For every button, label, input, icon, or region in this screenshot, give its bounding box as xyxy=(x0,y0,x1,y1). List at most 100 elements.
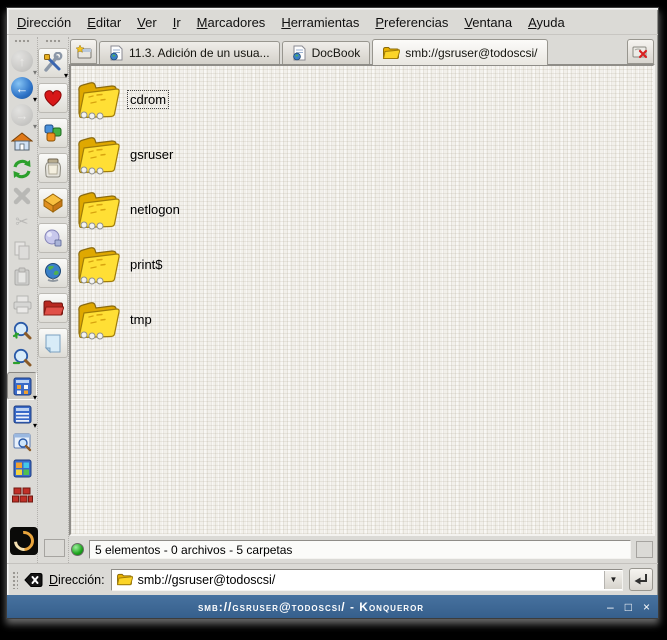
minimize-button[interactable]: – xyxy=(607,601,614,613)
tools-button[interactable]: ▾ xyxy=(38,48,68,78)
menubar: Dirección Editar Ver Ir Marcadores Herra… xyxy=(7,8,658,35)
list-view-button[interactable]: ▾ xyxy=(8,401,36,427)
folder-icon xyxy=(75,79,121,121)
printer-icon xyxy=(12,294,33,315)
menu-ver[interactable]: Ver xyxy=(137,15,157,30)
close-button[interactable]: × xyxy=(643,601,650,613)
tools-icon xyxy=(42,52,64,74)
home-button[interactable] xyxy=(8,129,36,155)
clipboard-icon xyxy=(12,267,32,287)
back-button[interactable]: ← ▾ xyxy=(8,75,36,101)
html-document-icon xyxy=(109,45,124,61)
status-led-icon xyxy=(71,543,84,556)
network-button[interactable] xyxy=(38,223,68,253)
gold-box-icon xyxy=(42,192,64,214)
toolbar-grip[interactable] xyxy=(45,39,61,44)
statusbar-stub xyxy=(44,539,65,557)
back-arrow-icon: ← xyxy=(11,77,33,99)
icon-view-icon xyxy=(12,376,33,397)
zoom-out-icon xyxy=(11,347,33,369)
folder-item-gsruser[interactable]: gsruser xyxy=(75,127,653,182)
tab-adicion-usuario[interactable]: 11.3. Adición de un usua... xyxy=(99,41,280,64)
close-tab-button[interactable] xyxy=(627,39,654,64)
tab-label: smb://gsruser@todoscsi/ xyxy=(405,46,537,60)
toolbar-grip[interactable] xyxy=(14,39,30,44)
tab-docbook[interactable]: DocBook xyxy=(282,41,371,64)
bookmarks-button[interactable] xyxy=(38,83,68,113)
folder-item-netlogon[interactable]: netlogon xyxy=(75,182,653,237)
reload-button[interactable] xyxy=(8,156,36,182)
clear-location-icon[interactable] xyxy=(24,572,43,588)
menu-direccion[interactable]: Dirección xyxy=(17,15,71,30)
location-value: smb://gsruser@todoscsi/ xyxy=(138,573,599,587)
folder-item-cdrom[interactable]: cdrom xyxy=(75,72,653,127)
colored-cubes-icon xyxy=(42,122,64,144)
tab-label: 11.3. Adición de un usua... xyxy=(129,46,270,60)
red-folder-button[interactable] xyxy=(38,293,68,323)
reload-icon xyxy=(11,158,33,180)
copy-button[interactable] xyxy=(8,237,36,263)
blue-ball-icon xyxy=(42,227,64,249)
tree-view-button[interactable] xyxy=(8,482,36,508)
folder-icon xyxy=(75,299,121,341)
tab-smb-share[interactable]: smb://gsruser@todoscsi/ xyxy=(372,39,547,65)
location-input[interactable]: smb://gsruser@todoscsi/ ▼ xyxy=(111,569,623,591)
menu-editar[interactable]: Editar xyxy=(87,15,121,30)
zoom-in-button[interactable] xyxy=(8,318,36,344)
jar-icon xyxy=(43,157,63,179)
forward-button[interactable]: → ▾ xyxy=(8,102,36,128)
note-page-icon xyxy=(43,333,63,354)
tree-view-bricks-icon xyxy=(12,485,33,506)
web-browser-button[interactable] xyxy=(38,258,68,288)
folder-item-tmp[interactable]: tmp xyxy=(75,292,653,347)
home-icon xyxy=(11,131,33,153)
folder-name: cdrom xyxy=(128,91,168,108)
cut-button[interactable]: ✂ xyxy=(8,210,36,236)
window-title: smb://gsruser@todoscsi/ - Konqueror xyxy=(15,600,607,614)
desktop-background: Dirección Editar Ver Ir Marcadores Herra… xyxy=(0,0,667,640)
list-view-icon xyxy=(12,404,33,425)
title-bar[interactable]: smb://gsruser@todoscsi/ - Konqueror – □ … xyxy=(7,595,658,618)
menu-ir[interactable]: Ir xyxy=(173,15,181,30)
left-toolbars: ↑ ▾ ← ▾ → ▾ xyxy=(7,35,69,563)
preview-view-button[interactable] xyxy=(8,428,36,454)
menu-marcadores[interactable]: Marcadores xyxy=(197,15,266,30)
main-toolbar: ↑ ▾ ← ▾ → ▾ xyxy=(7,37,37,563)
note-button[interactable] xyxy=(38,328,68,358)
scissors-icon: ✂ xyxy=(15,215,28,231)
open-folder-icon xyxy=(382,46,400,60)
kde-throbber xyxy=(10,527,38,555)
menu-preferencias[interactable]: Preferencias xyxy=(375,15,448,30)
multicolumn-view-button[interactable] xyxy=(8,455,36,481)
print-button[interactable] xyxy=(8,291,36,317)
folder-view[interactable]: cdrom gsruser xyxy=(69,64,655,536)
folder-icon xyxy=(75,244,121,286)
new-tab-button[interactable] xyxy=(70,39,97,64)
toolbar-grip[interactable] xyxy=(12,571,18,589)
statusbar-corner-box xyxy=(636,541,653,558)
menu-herramientas[interactable]: Herramientas xyxy=(281,15,359,30)
location-toolbar: Dirección: smb://gsruser@todoscsi/ ▼ xyxy=(7,563,658,595)
tab-label: DocBook xyxy=(312,46,361,60)
paste-button[interactable] xyxy=(8,264,36,290)
stop-button[interactable] xyxy=(8,183,36,209)
folder-name: tmp xyxy=(128,311,154,328)
open-folder-icon xyxy=(116,573,133,586)
folder-name: netlogon xyxy=(128,201,182,218)
applications-button[interactable] xyxy=(38,118,68,148)
folder-icon xyxy=(75,134,121,176)
maximize-button[interactable]: □ xyxy=(625,601,632,613)
copy-icon xyxy=(12,240,32,260)
folder-item-print[interactable]: print$ xyxy=(75,237,653,292)
html-document-icon xyxy=(292,45,307,61)
location-dropdown-button[interactable]: ▼ xyxy=(604,571,622,589)
zoom-out-button[interactable] xyxy=(8,345,36,371)
go-button[interactable] xyxy=(629,568,653,591)
menu-ayuda[interactable]: Ayuda xyxy=(528,15,565,30)
package-button[interactable] xyxy=(38,188,68,218)
menu-ventana[interactable]: Ventana xyxy=(464,15,512,30)
zoom-in-icon xyxy=(11,320,33,342)
archive-button[interactable] xyxy=(38,153,68,183)
up-button[interactable]: ↑ ▾ xyxy=(8,48,36,74)
icon-view-button[interactable]: ▾ xyxy=(7,372,37,400)
